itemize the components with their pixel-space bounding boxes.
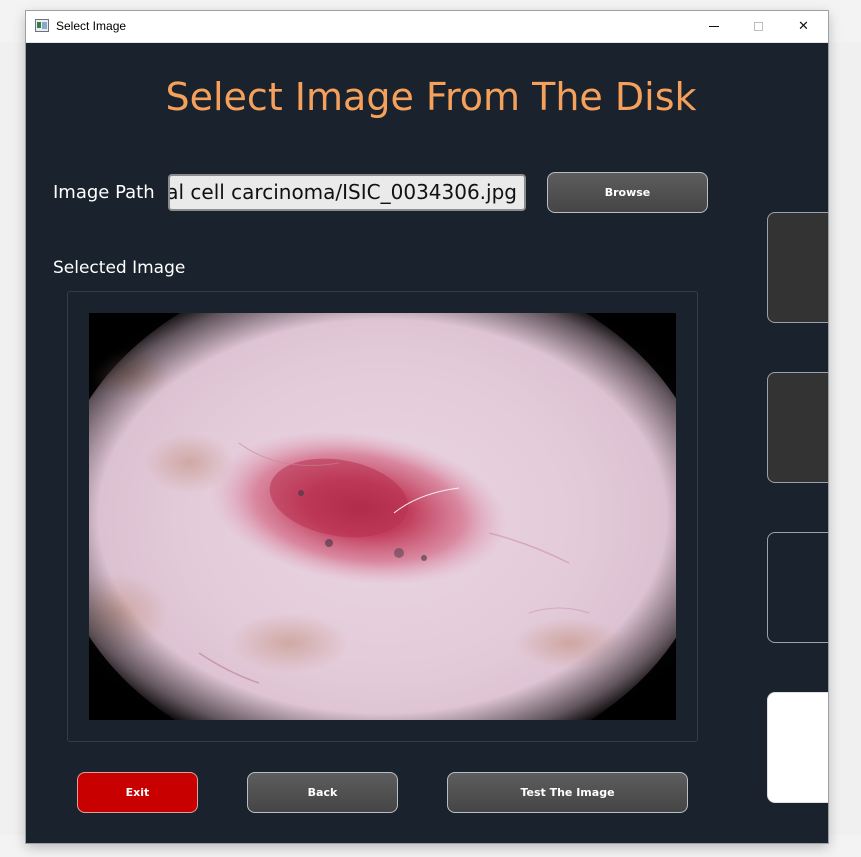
back-button[interactable]: Back [247,772,398,813]
select-image-window: Select Image ✕ Select Image From The Dis… [26,11,828,843]
window-title: Select Image [56,19,127,33]
dermoscopy-image [89,313,676,720]
maximize-icon [754,22,763,31]
browse-button[interactable]: Browse [547,172,708,213]
app-icon [35,19,49,32]
test-image-button[interactable]: Test The Image [447,772,688,813]
close-icon: ✕ [798,19,809,34]
selected-image-label: Selected Image [53,258,186,278]
selected-image-preview [89,313,676,720]
side-panel-card-4[interactable] [767,692,828,803]
minimize-button[interactable] [691,11,736,42]
minimize-icon [708,26,719,27]
exit-button[interactable]: Exit [77,772,198,813]
maximize-button[interactable] [736,11,781,42]
close-button[interactable]: ✕ [781,11,826,42]
side-panel-card-1[interactable] [767,212,828,323]
image-path-field[interactable]: asal cell carcinoma/ISIC_0034306.jpg [168,174,526,211]
selected-image-frame [67,291,698,742]
title-bar[interactable]: Select Image ✕ [26,11,828,43]
side-panel-card-3[interactable] [767,532,828,643]
side-panel-card-2[interactable] [767,372,828,483]
image-path-label: Image Path [53,182,155,203]
page-title: Select Image From The Disk [165,75,697,119]
image-path-value: asal cell carcinoma/ISIC_0034306.jpg [168,180,517,204]
